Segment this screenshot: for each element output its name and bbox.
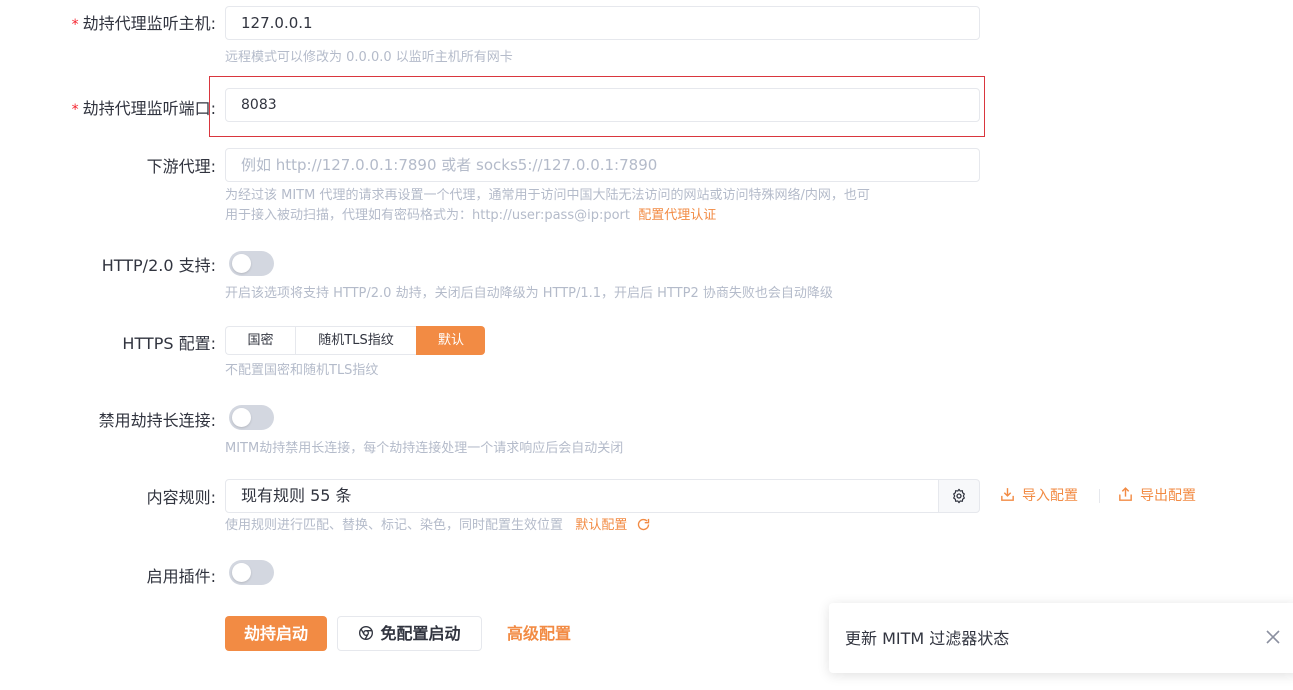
import-icon (1001, 488, 1014, 501)
http2-label: HTTP/2.0 支持: (101, 256, 216, 275)
keepalive-help: MITM劫持禁用长连接，每个劫持连接处理一个请求响应后会自动关闭 (225, 441, 624, 456)
https-help: 不配置国密和随机TLS指纹 (225, 363, 379, 378)
http2-help: 开启该选项将支持 HTTP/2.0 劫持，关闭后自动降级为 HTTP/1.1，开… (225, 286, 833, 301)
port-input[interactable]: 8083 (225, 88, 980, 122)
https-option-default[interactable]: 默认 (416, 326, 485, 355)
toggle-knob (232, 563, 251, 582)
host-label: * 劫持代理监听主机: (71, 14, 216, 33)
https-segmented-control: 国密 随机TLS指纹 默认 (225, 326, 485, 355)
default-config-link[interactable]: 默认配置 (575, 518, 627, 533)
proxy-auth-link[interactable]: 配置代理认证 (638, 208, 716, 223)
export-config-button[interactable]: 导出配置 (1117, 486, 1196, 506)
toggle-knob (232, 408, 251, 427)
notification-toast: 更新 MITM 过滤器状态 (829, 603, 1293, 673)
export-icon (1119, 487, 1132, 501)
downstream-help-line1: 为经过该 MITM 代理的请求再设置一个代理，通常用于访问中国大陆无法访问的网站… (225, 188, 870, 203)
downstream-label: 下游代理: (146, 157, 216, 176)
no-config-start-button[interactable]: 免配置启动 (337, 616, 482, 651)
https-option-random-tls[interactable]: 随机TLS指纹 (295, 326, 416, 355)
refresh-icon[interactable] (636, 517, 651, 532)
https-option-gm[interactable]: 国密 (225, 326, 295, 355)
http2-toggle[interactable] (229, 251, 274, 276)
toggle-knob (232, 254, 251, 273)
downstream-proxy-input[interactable]: 例如 http://127.0.0.1:7890 或者 socks5://127… (225, 148, 980, 182)
plugins-label: 启用插件: (146, 567, 216, 586)
rules-settings-button[interactable] (938, 479, 980, 513)
host-input[interactable]: 127.0.0.1 (225, 6, 980, 40)
import-config-button[interactable]: 导入配置 (999, 486, 1078, 506)
keepalive-toggle[interactable] (229, 405, 274, 430)
port-label: * 劫持代理监听端口: (71, 99, 216, 118)
gear-icon (953, 488, 965, 504)
chrome-icon (359, 626, 374, 640)
advanced-config-button[interactable]: 高级配置 (507, 616, 571, 651)
host-help: 远程模式可以修改为 0.0.0.0 以监听主机所有网卡 (225, 50, 513, 65)
plugins-toggle[interactable] (229, 560, 274, 585)
rules-label: 内容规则: (146, 488, 216, 507)
https-label: HTTPS 配置: (122, 334, 216, 353)
notification-text: 更新 MITM 过滤器状态 (845, 629, 1010, 648)
keepalive-label: 禁用劫持长连接: (98, 411, 216, 430)
start-hijack-button[interactable]: 劫持启动 (225, 616, 327, 651)
rules-help: 使用规则进行匹配、替换、标记、染色，同时配置生效位置 默认配置 (225, 516, 651, 536)
rules-display[interactable]: 现有规则 55 条 (225, 479, 939, 513)
downstream-help-line2: 用于接入被动扫描，代理如有密码格式为：http://user:pass@ip:p… (225, 208, 717, 223)
vertical-divider (1099, 489, 1100, 503)
close-icon[interactable] (1266, 630, 1280, 644)
